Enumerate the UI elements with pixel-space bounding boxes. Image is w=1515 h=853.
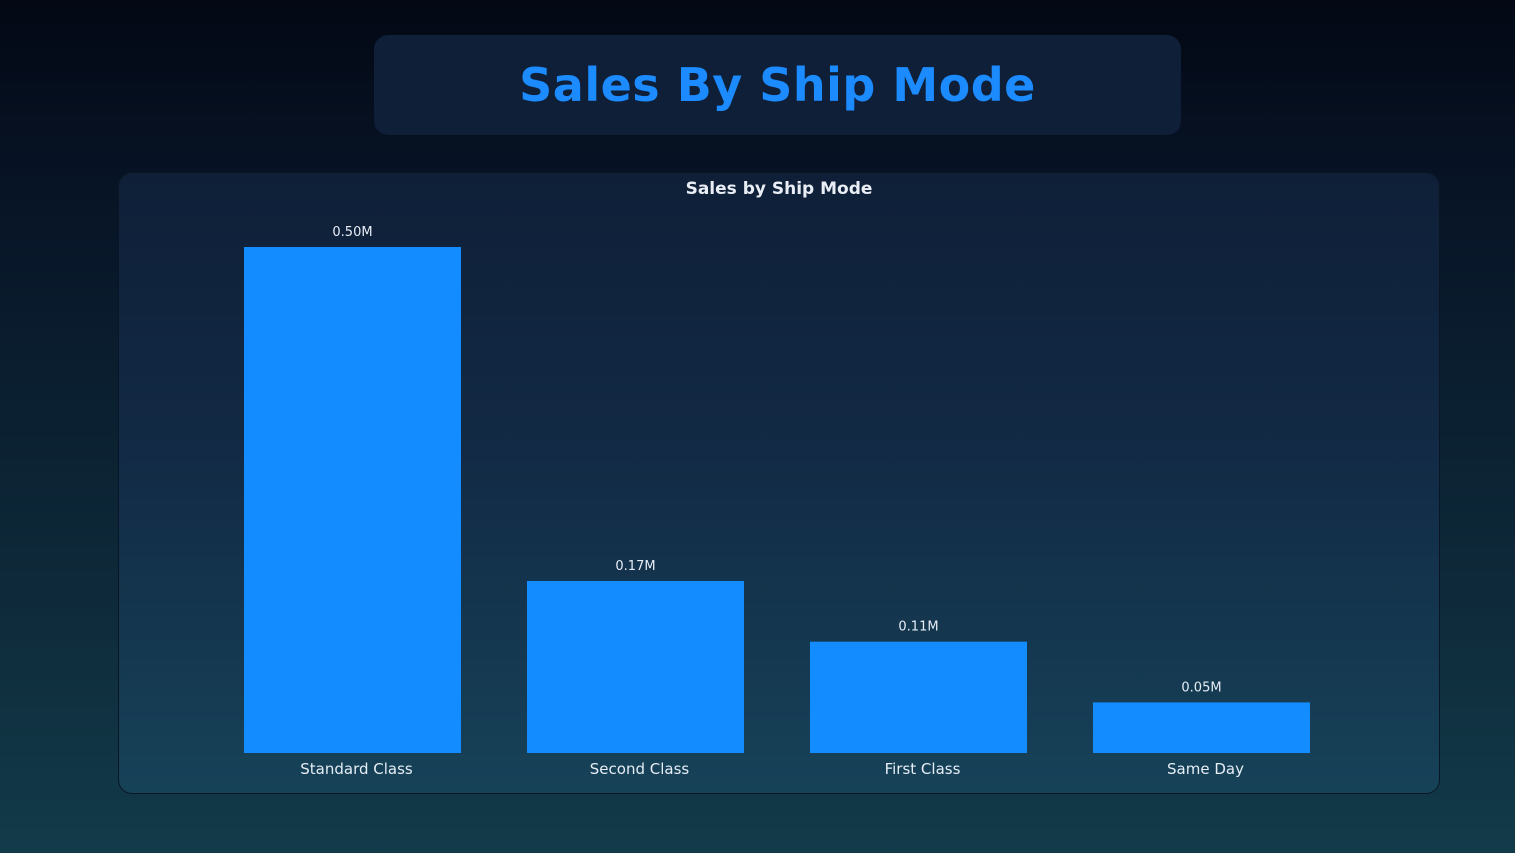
x-tick-label-second-class: Second Class — [590, 760, 690, 778]
title-panel: Sales By Ship Mode — [374, 35, 1181, 135]
x-tick-label-standard-class: Standard Class — [300, 760, 413, 778]
bar-chart: 0.50M Standard Class 0.17M Second Class 0.11… — [244, 225, 1310, 778]
data-label-first-class: 0.11M — [898, 620, 938, 635]
bar-standard-class[interactable] — [244, 247, 461, 753]
chart-panel: Sales by Ship Mode 0.50M Standard Class 0.… — [118, 172, 1440, 794]
x-tick-label-same-day: Same Day — [1167, 760, 1244, 778]
page-title: Sales By Ship Mode — [519, 58, 1036, 112]
data-label-same-day: 0.05M — [1181, 680, 1221, 695]
data-label-second-class: 0.17M — [615, 559, 655, 574]
data-label-standard-class: 0.50M — [332, 225, 372, 240]
x-tick-label-first-class: First Class — [885, 760, 961, 778]
bar-first-class[interactable] — [810, 641, 1027, 753]
bar-second-class[interactable] — [527, 580, 744, 753]
bar-same-day[interactable] — [1093, 702, 1310, 753]
